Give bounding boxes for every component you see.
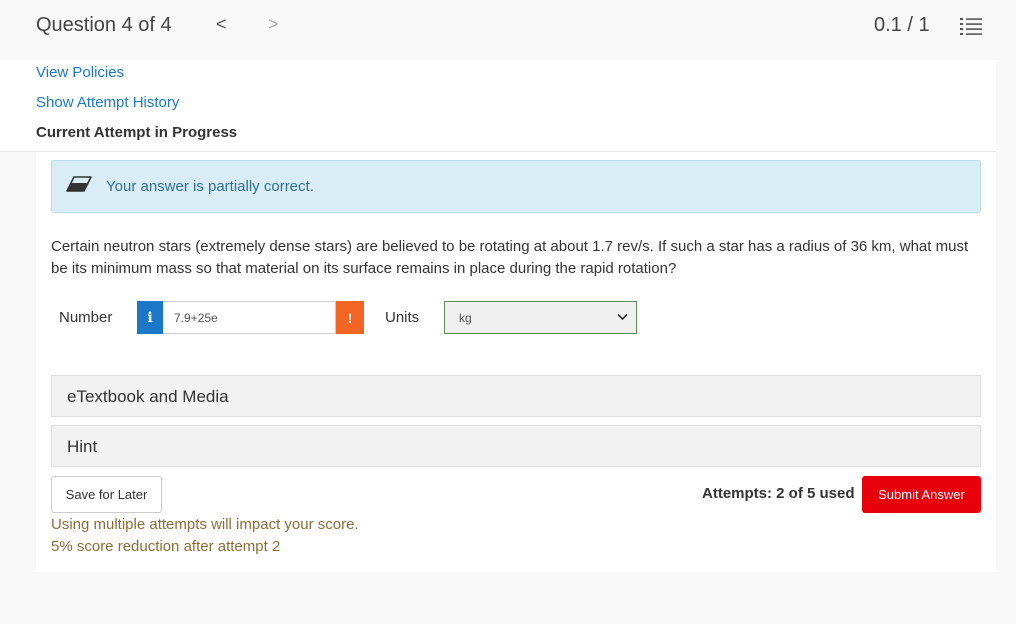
show-attempt-history-link[interactable]: Show Attempt History	[36, 94, 179, 111]
hint-section[interactable]: Hint	[51, 425, 981, 467]
attempts-counter: Attempts: 2 of 5 used	[702, 485, 855, 502]
feedback-message: Your answer is partially correct.	[106, 178, 314, 195]
chevron-down-icon	[617, 313, 628, 321]
info-icon[interactable]: i	[137, 301, 163, 334]
etextbook-media-section[interactable]: eTextbook and Media	[51, 375, 981, 417]
next-question-button[interactable]: >	[268, 14, 279, 35]
units-selected-value: kg	[459, 311, 472, 325]
view-policies-link[interactable]: View Policies	[36, 64, 124, 81]
save-for-later-button[interactable]: Save for Later	[51, 476, 162, 513]
number-label: Number	[59, 309, 113, 326]
feedback-alert: Your answer is partially correct.	[51, 160, 981, 213]
attempt-status-label: Current Attempt in Progress	[36, 124, 238, 141]
assignment-info-panel: View Policies Show Attempt History Curre…	[0, 60, 996, 152]
question-text: Certain neutron stars (extremely dense s…	[51, 238, 969, 277]
question-score: 0.1 / 1	[874, 14, 930, 36]
eraser-icon	[66, 176, 92, 192]
units-label: Units	[385, 309, 420, 326]
warning-icon[interactable]: !	[336, 301, 364, 334]
submit-answer-button[interactable]: Submit Answer	[862, 476, 981, 513]
number-input[interactable]	[163, 301, 336, 334]
previous-question-button[interactable]: <	[216, 14, 227, 35]
attempt-warning-text: Using multiple attempts will impact your…	[51, 516, 359, 533]
units-select[interactable]: kg	[444, 301, 637, 334]
etextbook-media-label: eTextbook and Media	[67, 387, 229, 406]
question-title: Question 4 of 4	[36, 14, 172, 36]
score-reduction-text: 5% score reduction after attempt 2	[51, 538, 281, 555]
numbered-list-icon[interactable]	[960, 17, 982, 37]
question-panel: Your answer is partially correct. Certai…	[36, 152, 996, 572]
hint-label: Hint	[67, 437, 98, 456]
question-header: Question 4 of 4 < > 0.1 / 1	[0, 0, 1016, 56]
